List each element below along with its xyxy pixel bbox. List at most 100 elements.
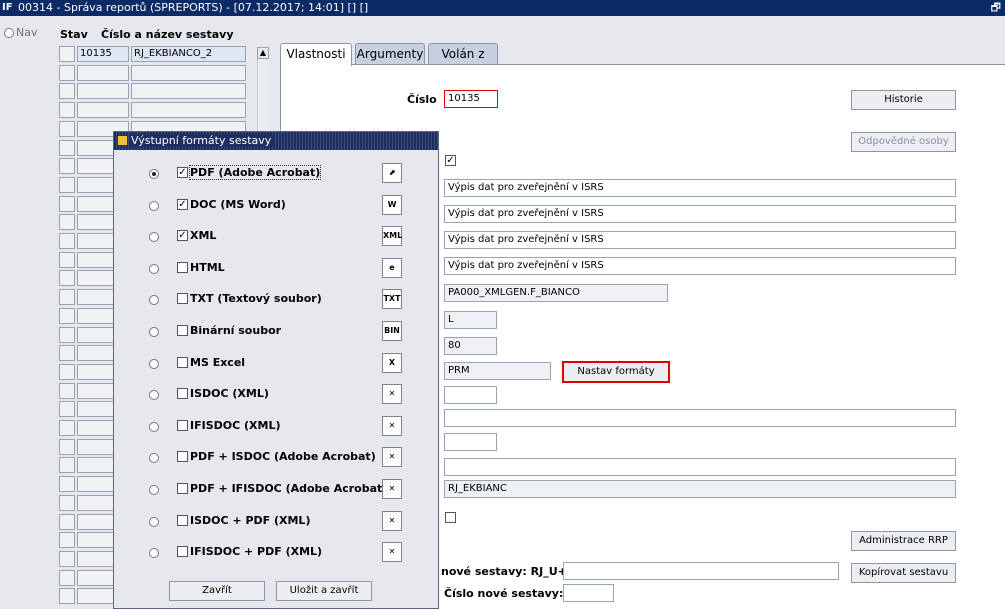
report-name-field[interactable]: RJ_EKBIANC (444, 480, 956, 498)
isdoc-pdf-icon: ✕ (382, 510, 402, 531)
format-checkbox[interactable] (177, 293, 188, 305)
default-format-radio[interactable] (149, 548, 159, 559)
row-cislo-cell[interactable]: 10135 (77, 46, 129, 62)
row-status-cell[interactable] (59, 550, 75, 567)
nav-radio[interactable] (4, 28, 14, 38)
row-status-cell[interactable] (59, 120, 75, 137)
format-checkbox[interactable] (177, 451, 188, 463)
row-status-cell[interactable] (59, 46, 75, 62)
format-checkbox[interactable] (177, 356, 188, 368)
cislo-nove-sestavy-field[interactable] (563, 584, 614, 602)
default-format-radio[interactable] (149, 200, 159, 211)
row-status-cell[interactable] (59, 214, 75, 231)
default-format-radio[interactable] (149, 358, 159, 369)
row-status-cell[interactable] (59, 382, 75, 399)
row-status-cell[interactable] (59, 289, 75, 306)
row-cislo-cell[interactable] (77, 83, 129, 100)
format-checkbox[interactable] (177, 546, 188, 558)
row-status-cell[interactable] (59, 513, 75, 530)
kopirovat-sestavu-button[interactable]: Kopírovat sestavu (851, 563, 956, 583)
row-status-cell[interactable] (59, 176, 75, 193)
row-status-cell[interactable] (59, 532, 75, 549)
row-status-cell[interactable] (59, 476, 75, 493)
row-status-cell[interactable] (59, 233, 75, 249)
save-and-close-button[interactable]: Uložit a zavřít (276, 581, 372, 601)
default-format-radio[interactable] (149, 453, 159, 464)
tab-volan-z[interactable]: Volán z (428, 43, 498, 64)
default-format-radio[interactable] (149, 421, 159, 432)
row-status-cell[interactable] (59, 457, 75, 474)
row-status-cell[interactable] (59, 438, 75, 455)
window-title: 00314 - Správa reportů (SPREPORTS) - [07… (18, 1, 369, 14)
default-format-radio[interactable] (149, 295, 159, 306)
administrace-rrp-button[interactable]: Administrace RRP (851, 531, 956, 551)
row-status-cell[interactable] (59, 326, 75, 343)
row-status-cell[interactable] (59, 64, 75, 81)
format-checkbox[interactable] (177, 261, 188, 273)
row-status-cell[interactable] (59, 102, 75, 119)
row-cislo-cell[interactable] (77, 64, 129, 81)
default-format-radio[interactable] (149, 327, 159, 337)
scroll-up-icon[interactable]: ▲ (257, 47, 269, 59)
description-field-4[interactable]: Výpis dat pro zveřejnění v ISRS (444, 257, 956, 275)
format-checkbox[interactable] (177, 388, 188, 400)
description-field-2[interactable]: Výpis dat pro zveřejnění v ISRS (444, 205, 956, 223)
format-checkbox[interactable]: ✓ (177, 198, 188, 210)
row-status-cell[interactable] (59, 588, 75, 605)
empty-field-1[interactable] (444, 386, 497, 404)
row-status-cell[interactable] (59, 251, 75, 268)
row-status-cell[interactable] (59, 363, 75, 380)
restore-window-icon[interactable]: 🗗 (991, 1, 1001, 15)
row-nazev-cell[interactable] (131, 64, 246, 81)
odpovedne-osoby-button[interactable]: Odpovědné osoby (851, 132, 956, 152)
default-format-radio[interactable] (149, 516, 159, 527)
row-nazev-cell[interactable] (131, 102, 246, 119)
tab-argumenty[interactable]: Argumenty (355, 43, 425, 64)
row-status-cell[interactable] (59, 158, 75, 175)
row-status-cell[interactable] (59, 195, 75, 212)
row-nazev-cell[interactable]: RJ_EKBIANCO_2 (131, 46, 246, 62)
properties-checkbox-1[interactable]: ✓ (445, 155, 456, 166)
row-nazev-cell[interactable] (131, 83, 246, 100)
historie-button[interactable]: Historie (851, 90, 956, 110)
empty-field-4[interactable] (444, 458, 956, 476)
row-status-cell[interactable] (59, 345, 75, 362)
nove-sestavy-field[interactable] (563, 562, 839, 580)
properties-checkbox-2[interactable] (445, 512, 456, 523)
row-status-cell[interactable] (59, 401, 75, 418)
row-status-cell[interactable] (59, 270, 75, 287)
row-cislo-cell[interactable] (77, 102, 129, 119)
tab-vlastnosti[interactable]: Vlastnosti (280, 43, 352, 66)
nastav-formaty-button[interactable]: Nastav formáty (562, 361, 670, 383)
row-status-cell[interactable] (59, 307, 75, 324)
default-format-radio[interactable] (149, 263, 159, 274)
format-label: Binární soubor (190, 324, 282, 337)
description-field-1[interactable]: Výpis dat pro zveřejnění v ISRS (444, 179, 956, 197)
empty-field-2[interactable] (444, 409, 956, 427)
format-checkbox[interactable] (177, 325, 188, 336)
row-status-cell[interactable] (59, 569, 75, 586)
format-field[interactable]: PRM (444, 362, 551, 380)
format-checkbox[interactable]: ✓ (177, 167, 188, 178)
size-field[interactable]: 80 (444, 337, 497, 355)
format-checkbox[interactable] (177, 483, 188, 494)
format-label: PDF + IFISDOC (Adobe Acrobat) (190, 482, 388, 495)
dialog-title-bar[interactable]: Výstupní formáty sestavy (114, 132, 438, 150)
description-field-3[interactable]: Výpis dat pro zveřejnění v ISRS (444, 231, 956, 249)
default-format-radio[interactable] (149, 390, 159, 401)
empty-field-3[interactable] (444, 433, 497, 451)
format-checkbox[interactable] (177, 419, 188, 431)
row-status-cell[interactable] (59, 494, 75, 511)
format-checkbox[interactable] (177, 514, 188, 526)
close-button[interactable]: Zavřít (169, 581, 265, 601)
format-checkbox[interactable]: ✓ (177, 230, 188, 242)
procedure-field[interactable]: PA000_XMLGEN.F_BIANCO (444, 284, 668, 302)
default-format-radio[interactable] (149, 232, 159, 243)
orientation-field[interactable]: L (444, 311, 497, 329)
cislo-field[interactable]: 10135 (444, 90, 498, 108)
default-format-radio[interactable] (149, 169, 159, 179)
row-status-cell[interactable] (59, 83, 75, 100)
row-status-cell[interactable] (59, 139, 75, 156)
default-format-radio[interactable] (149, 485, 159, 495)
row-status-cell[interactable] (59, 420, 75, 436)
